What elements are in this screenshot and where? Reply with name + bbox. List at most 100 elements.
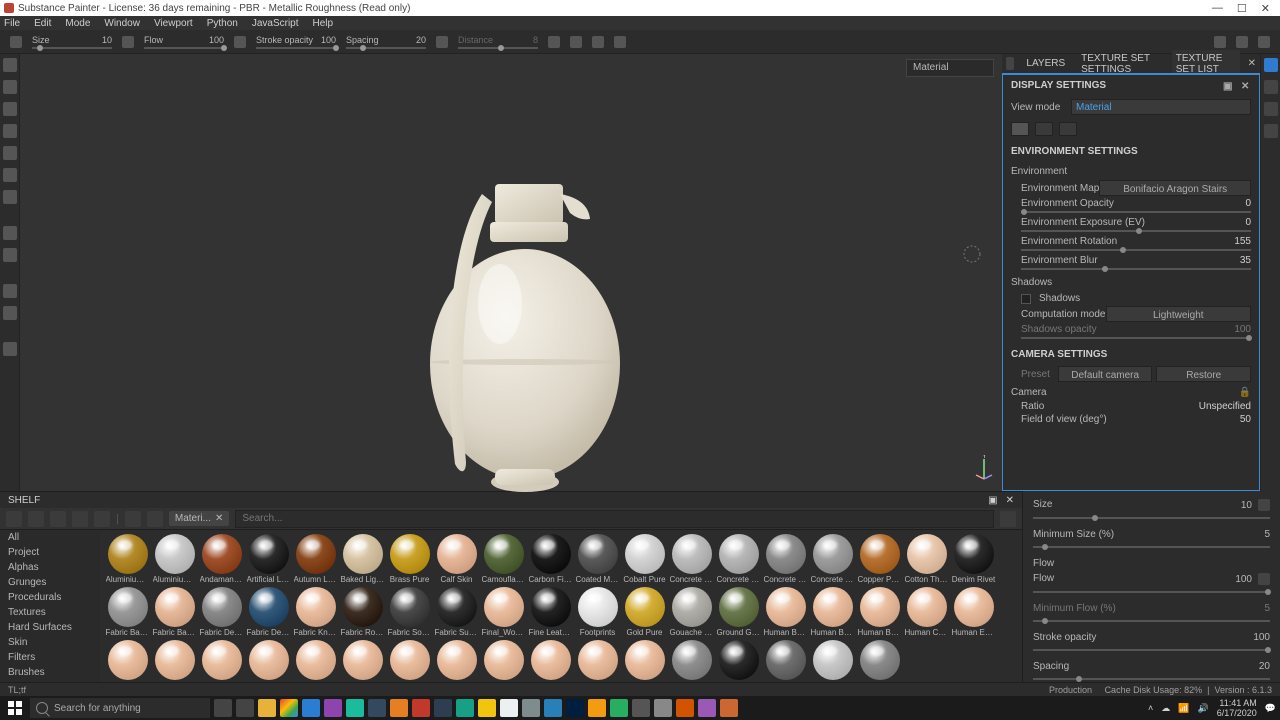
taskbar-app-13-icon[interactable] [522,699,540,717]
prop-spacing-slider[interactable] [1033,678,1270,680]
menu-edit[interactable]: Edit [34,18,51,29]
view-single-icon[interactable] [1011,122,1029,136]
material-thumb[interactable]: Fabric Roug... [339,587,386,637]
menu-python[interactable]: Python [207,18,238,29]
file-explorer-icon[interactable] [258,699,276,717]
log-icon[interactable] [1264,124,1278,138]
material-thumb[interactable]: Fabric Suit ... [433,587,480,637]
tray-clock[interactable]: 11:41 AM 6/17/2020 [1217,698,1257,718]
prop-size-slider[interactable] [1033,517,1270,519]
shelf-home-icon[interactable] [6,511,22,527]
spacing-slider-group[interactable]: Spacing20 [346,35,426,49]
tray-cloud-icon[interactable]: ☁ [1161,703,1170,714]
taskbar-search[interactable]: Search for anything [30,698,210,718]
material-thumb[interactable]: Ground Gra... [715,587,762,637]
polyfill-tool-icon[interactable] [3,124,17,138]
taskbar-app-5-icon[interactable] [346,699,364,717]
projection-tool-icon[interactable] [3,102,17,116]
tab-layers[interactable]: LAYERS [1022,55,1069,72]
chrome-icon[interactable] [280,699,298,717]
task-view-icon[interactable] [214,699,232,717]
material-thumb[interactable]: Human Bac... [762,587,809,637]
tray-wifi-icon[interactable]: 📶 [1178,703,1189,714]
view-mode-dropdown[interactable]: Material [1071,99,1251,115]
size-slider-group[interactable]: Size10 [32,35,112,49]
paint-tool-icon[interactable] [3,58,17,72]
material-thumb[interactable]: Fabric Deni... [245,587,292,637]
menu-viewport[interactable]: Viewport [154,18,193,29]
material-thumb[interactable]: Human Eye... [950,587,997,637]
prop-size-lock-icon[interactable] [1258,499,1270,511]
taskbar-app-9-icon[interactable] [434,699,452,717]
shelf-category-procedurals[interactable]: Procedurals [0,590,100,605]
menu-window[interactable]: Window [104,18,140,29]
env-blur-slider[interactable] [1021,268,1251,270]
alignment-icon[interactable] [570,36,582,48]
taskbar-app-21-icon[interactable] [698,699,716,717]
taskbar-app-16-icon[interactable] [588,699,606,717]
menu-help[interactable]: Help [313,18,334,29]
material-thumb[interactable]: Aluminium ... [104,534,151,584]
material-thumb[interactable]: Human Bu... [856,587,903,637]
material-thumb[interactable]: Autumn Leaf [292,534,339,584]
tray-volume-icon[interactable]: 🔊 [1198,703,1209,714]
flow-link-icon[interactable] [234,36,246,48]
material-thumb[interactable]: Fabric Deni... [198,587,245,637]
menu-mode[interactable]: Mode [65,18,90,29]
shelf-category-filters[interactable]: Filters [0,650,100,665]
material-thumb[interactable]: Cobalt Pure [621,534,668,584]
taskbar-app-3-icon[interactable] [302,699,320,717]
pin-icon[interactable] [1006,57,1014,70]
taskbar-app-19-icon[interactable] [654,699,672,717]
shelf-filter-icon[interactable] [125,511,141,527]
clone-tool-icon[interactable] [3,168,17,182]
prop-min-size-slider[interactable] [1033,546,1270,548]
material-thumb[interactable]: Human Che... [903,587,950,637]
shadows-checkbox[interactable] [1021,294,1031,304]
material-thumb[interactable]: Fine Leather [527,587,574,637]
stroke-opacity-slider-group[interactable]: Stroke opacity100 [256,35,336,49]
prop-flow-lock-icon[interactable] [1258,573,1270,585]
window-maximize-button[interactable]: ☐ [1237,2,1247,15]
prop-stroke-opacity-slider[interactable] [1033,649,1270,651]
material-thumb[interactable]: Fabric Base... [151,587,198,637]
symmetry-icon[interactable] [548,36,560,48]
camera-preset-dropdown[interactable]: Default camera [1058,366,1153,382]
shelf-category-brushes[interactable]: Brushes [0,665,100,680]
shelf-category-grunges[interactable]: Grunges [0,575,100,590]
tray-notifications-icon[interactable]: 💬 [1265,703,1276,714]
taskbar-app-6-icon[interactable] [368,699,386,717]
iray-icon[interactable] [3,342,17,356]
shelf-forward-icon[interactable] [94,511,110,527]
computation-mode-dropdown[interactable]: Lightweight [1106,306,1252,322]
taskbar-app-7-icon[interactable] [390,699,408,717]
material-thumb[interactable]: Concrete Cl... [715,534,762,584]
material-thumb[interactable]: Coated Metal [574,534,621,584]
taskbar-app-18-icon[interactable] [632,699,650,717]
material-thumb[interactable]: Final_Wood... [480,587,527,637]
material-thumb[interactable]: Artificial Le... [245,534,292,584]
env-rotation-slider[interactable] [1021,249,1251,251]
camera-restore-button[interactable]: Restore [1156,366,1251,382]
material-thumb[interactable]: Andaman P... [198,534,245,584]
shelf-category-project[interactable]: Project [0,545,100,560]
camera-icon[interactable] [1236,36,1248,48]
material-thumb[interactable]: Copper Pure [856,534,903,584]
3d-viewport[interactable]: Material [20,54,1002,491]
material-thumb[interactable]: Fabric Bam... [104,587,151,637]
taskbar-app-12-icon[interactable] [500,699,518,717]
material-thumb[interactable]: Carbon Fiber [527,534,574,584]
camera-lock-icon[interactable]: 🔒 [1239,387,1251,398]
gear-icon[interactable] [3,226,17,240]
material-thumb[interactable]: Fabric Knitt... [292,587,339,637]
taskbar-app-11-icon[interactable] [478,699,496,717]
size-link-icon[interactable] [122,36,134,48]
quick-mask-icon[interactable] [3,248,17,262]
material-thumb[interactable]: Human Bell... [809,587,856,637]
material-thumb[interactable]: Aluminium ... [151,534,198,584]
viewport-material-dropdown[interactable]: Material [906,59,994,77]
window-minimize-button[interactable]: — [1212,2,1223,15]
smudge-tool-icon[interactable] [3,146,17,160]
material-thumb[interactable]: Baked Light... [339,534,386,584]
material-thumb[interactable]: Camouflag... [480,534,527,584]
